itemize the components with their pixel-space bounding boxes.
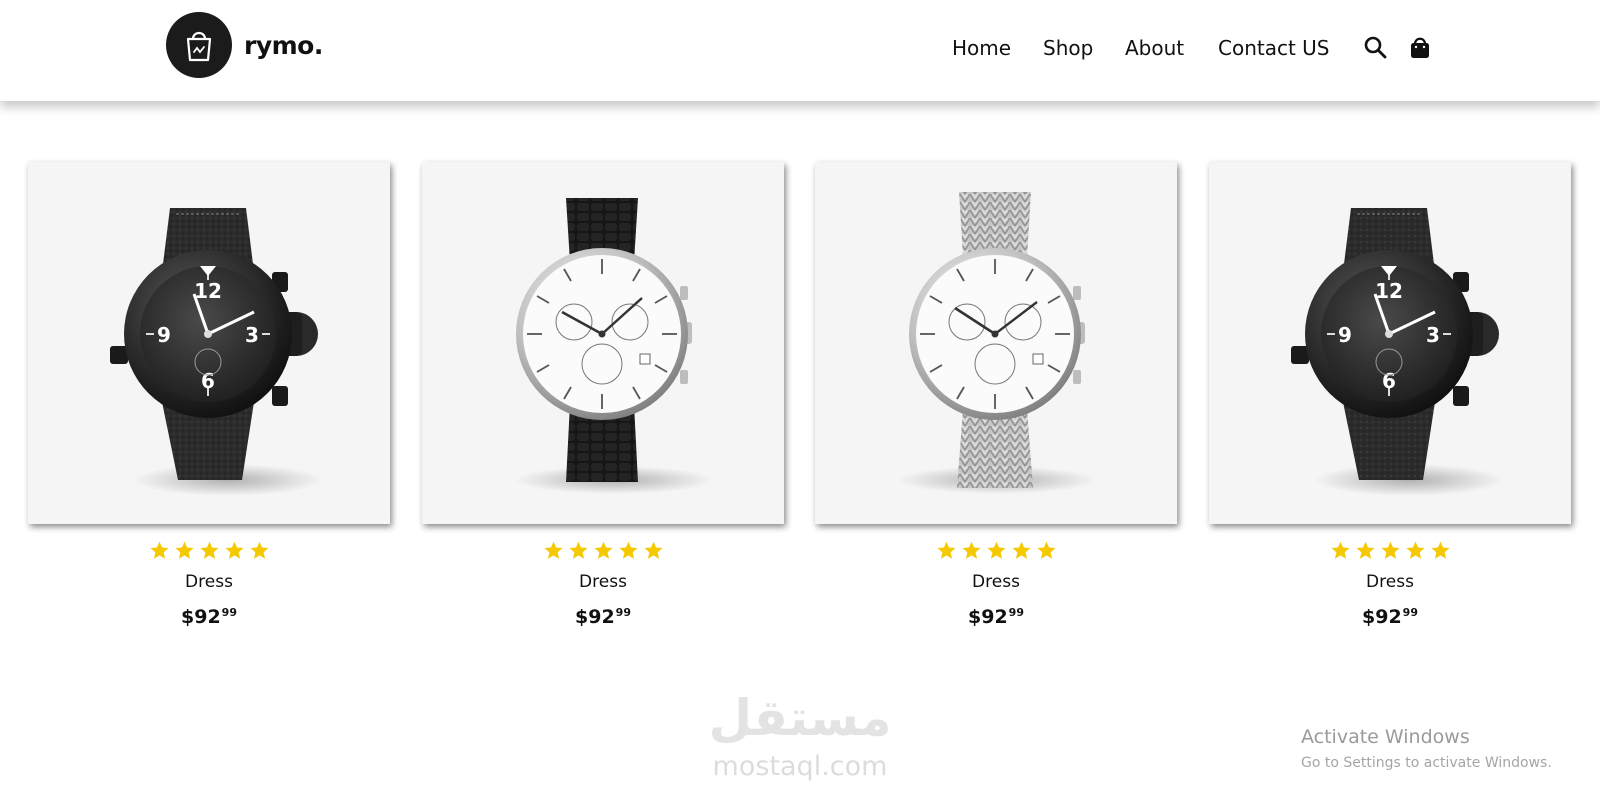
activate-windows-title: Activate Windows (1301, 726, 1470, 748)
star-icon (961, 541, 981, 559)
svg-text:9: 9 (157, 323, 171, 347)
product-card[interactable]: Dress $9299 (422, 162, 784, 628)
star-icon (1011, 541, 1031, 559)
star-icon (986, 541, 1006, 559)
product-title[interactable]: Dress (28, 572, 390, 592)
svg-text:3: 3 (245, 323, 259, 347)
product-image-black-chronograph[interactable]: 12 9 3 6 (1209, 162, 1571, 524)
search-icon[interactable] (1363, 35, 1387, 63)
svg-text:12: 12 (1375, 279, 1403, 303)
svg-text:3: 3 (1426, 323, 1440, 347)
brand-name: rymo. (244, 30, 323, 60)
product-price: $9299 (575, 606, 631, 628)
nav-shop[interactable]: Shop (1043, 33, 1093, 63)
rating-stars (815, 540, 1177, 561)
site-header: rymo. Home Shop About Contact US (0, 0, 1600, 101)
product-price: $9299 (181, 606, 237, 628)
mostaql-watermark-latin: mostaql.com (712, 751, 888, 782)
star-icon (1430, 541, 1450, 559)
star-icon (936, 541, 956, 559)
rating-stars (28, 540, 390, 561)
product-image-white-dial-leather[interactable] (422, 162, 784, 524)
svg-text:9: 9 (1338, 323, 1352, 347)
star-icon (643, 541, 663, 559)
nav-home[interactable]: Home (952, 33, 1011, 63)
star-icon (1036, 541, 1056, 559)
product-card[interactable]: Dress $9299 (815, 162, 1177, 628)
product-title[interactable]: Dress (1209, 572, 1571, 592)
star-icon (224, 541, 244, 559)
mostaql-watermark-arabic: مستقل (708, 689, 892, 747)
star-icon (174, 541, 194, 559)
star-icon (1380, 541, 1400, 559)
nav-about[interactable]: About (1125, 33, 1184, 63)
star-icon (149, 541, 169, 559)
svg-text:6: 6 (201, 369, 215, 393)
star-icon (1355, 541, 1375, 559)
product-image-black-chronograph[interactable]: 12 9 3 6 (28, 162, 390, 524)
svg-text:12: 12 (194, 279, 222, 303)
star-icon (593, 541, 613, 559)
product-image-white-dial-mesh[interactable] (815, 162, 1177, 524)
product-card[interactable]: 12 9 3 6 Dress $9299 (1209, 162, 1571, 628)
product-title[interactable]: Dress (815, 572, 1177, 592)
star-icon (568, 541, 588, 559)
product-price: $9299 (968, 606, 1024, 628)
star-icon (618, 541, 638, 559)
star-icon (249, 541, 269, 559)
activate-windows-subtitle: Go to Settings to activate Windows. (1301, 755, 1552, 771)
shopping-bag-logo-icon (166, 12, 232, 78)
brand-logo[interactable]: rymo. (166, 12, 323, 78)
star-icon (199, 541, 219, 559)
star-icon (543, 541, 563, 559)
product-card[interactable]: 12 9 3 6 Dress $9299 (28, 162, 390, 628)
star-icon (1330, 541, 1350, 559)
nav-contact[interactable]: Contact US (1218, 33, 1330, 63)
star-icon (1405, 541, 1425, 559)
rating-stars (1209, 540, 1571, 561)
product-title[interactable]: Dress (422, 572, 784, 592)
shopping-bag-icon[interactable] (1409, 35, 1431, 63)
rating-stars (422, 540, 784, 561)
svg-text:6: 6 (1382, 369, 1396, 393)
product-price: $9299 (1362, 606, 1418, 628)
